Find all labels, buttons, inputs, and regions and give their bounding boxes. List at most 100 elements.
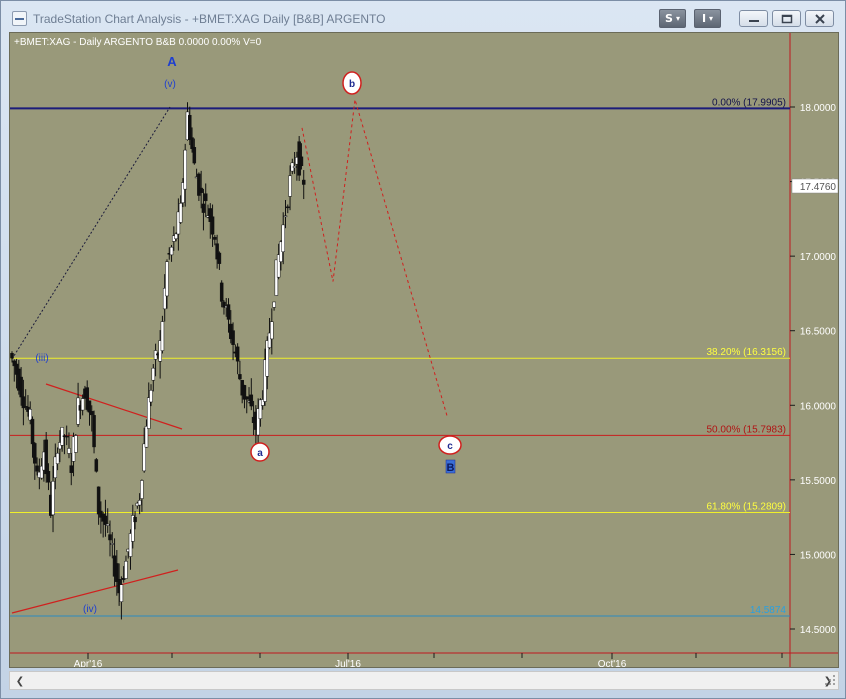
candle-down [219, 282, 224, 302]
candle-up [169, 246, 174, 256]
date-tick-label: Jul'16 [335, 659, 361, 668]
candle-up [174, 233, 178, 240]
title-bar[interactable]: TradeStation Chart Analysis - +BMET:XAG … [1, 1, 846, 35]
candle-down [133, 516, 137, 523]
candle-up [28, 409, 32, 421]
price-tick-label: 16.5000 [800, 327, 837, 338]
candle-up [55, 452, 60, 464]
candle-up [105, 523, 110, 526]
candle-up [270, 321, 274, 340]
candle-up [292, 166, 297, 168]
minimize-button[interactable] [739, 10, 768, 27]
candle-up [183, 149, 187, 190]
close-button[interactable] [805, 10, 834, 27]
candle-down [108, 534, 112, 541]
window-title: TradeStation Chart Analysis - +BMET:XAG … [33, 12, 386, 26]
close-icon [814, 13, 825, 24]
candle-up [281, 224, 285, 253]
wave-label-B: B [447, 462, 455, 474]
candle-down [213, 236, 217, 240]
candle-up [146, 397, 151, 429]
candle-down [35, 465, 39, 472]
wave-label-c-circle: c [438, 435, 462, 455]
maximize-button[interactable] [772, 10, 801, 27]
date-axis: Apr'16 Jul'16 Oct'16 [74, 653, 783, 668]
candle-down [69, 465, 74, 473]
chart-canvas: +BMET:XAG - Daily ARGENTO B&B 0.0000 0.0… [10, 33, 838, 668]
price-tick-label: 16.0000 [800, 401, 837, 412]
candle-down [94, 459, 99, 472]
candle-up [165, 261, 169, 297]
chevron-down-icon: ▾ [709, 14, 714, 23]
fib-label: 38.20% (16.3156) [706, 347, 786, 358]
fibonacci-levels: 0.00% (17.9905) 38.20% (16.3156) 50.00% (1… [10, 97, 790, 514]
symbol-link-s-label: S [665, 12, 673, 25]
price-chart[interactable]: +BMET:XAG - Daily ARGENTO B&B 0.0000 0.0… [9, 32, 839, 668]
symbol-link-s-button[interactable]: S ▾ [659, 9, 686, 28]
upper-triangle-line [45, 383, 183, 430]
candle-up [288, 175, 292, 197]
candle-down [301, 179, 306, 185]
chevron-down-icon: ▾ [675, 14, 680, 23]
last-price-marker: 17.4760 [791, 178, 838, 194]
candle-down [244, 396, 249, 400]
candle-up [272, 301, 276, 308]
scroll-left-icon[interactable]: ❮ [12, 674, 28, 688]
candle-up [151, 367, 156, 381]
price-tick-label: 15.0000 [800, 550, 837, 561]
candle-up [144, 426, 149, 448]
horizontal-scrollbar[interactable]: ❮ ❯ [9, 671, 839, 690]
projection-path [301, 99, 448, 416]
resize-grip-icon[interactable] [823, 673, 837, 687]
candle-down [286, 206, 290, 209]
wave-a-dotted-line [11, 106, 171, 360]
candle-up [140, 480, 144, 499]
candle-up [67, 448, 71, 454]
projection-line [301, 99, 448, 416]
chart-app-icon [12, 11, 27, 26]
price-tick-label: 15.5000 [800, 476, 837, 487]
candle-down [201, 203, 206, 213]
maximize-icon [781, 14, 792, 23]
candle-up [137, 500, 142, 506]
candle-down [115, 563, 119, 582]
candle-down [30, 418, 35, 445]
candle-down [103, 515, 108, 525]
candle-down [90, 411, 94, 416]
date-tick-label: Oct'16 [598, 659, 627, 668]
wave-label-v: (v) [164, 79, 176, 90]
candle-up [149, 390, 153, 403]
candle-down [19, 376, 23, 398]
candle-down [44, 439, 48, 475]
candle-down [226, 304, 231, 320]
candle-down [235, 346, 240, 362]
candle-down [33, 443, 37, 464]
candle-down [231, 330, 235, 345]
candle-down [92, 415, 96, 448]
candle-down [203, 193, 208, 202]
candle-up [178, 203, 183, 223]
fib-label: 61.80% (15.2809) [706, 502, 786, 513]
candle-up [80, 398, 85, 411]
candle-down [64, 435, 69, 438]
candle-up [76, 397, 80, 425]
candle-up [142, 443, 146, 472]
support-label: 14.5874 [750, 605, 787, 616]
candle-down [199, 187, 203, 193]
wave-label-b: b [349, 79, 355, 90]
price-tick-label: 18.0000 [800, 103, 837, 114]
candle-up [283, 215, 288, 218]
price-bars [10, 102, 306, 620]
chart-window: TradeStation Chart Analysis - +BMET:XAG … [0, 0, 846, 699]
wave-label-iii: (iii) [35, 353, 48, 364]
interval-link-i-button[interactable]: I ▾ [694, 9, 721, 28]
candle-up [124, 561, 128, 579]
chart-header: +BMET:XAG - Daily ARGENTO B&B 0.0000 0.0… [14, 37, 262, 48]
wave-label-B-box: B [445, 459, 456, 474]
wave-label-a-circle: a [250, 442, 270, 462]
date-tick-label: Apr'16 [74, 659, 103, 668]
candle-down [210, 216, 215, 235]
candle-up [160, 321, 165, 351]
fib-label: 0.00% (17.9905) [712, 97, 786, 108]
candle-down [46, 471, 51, 483]
